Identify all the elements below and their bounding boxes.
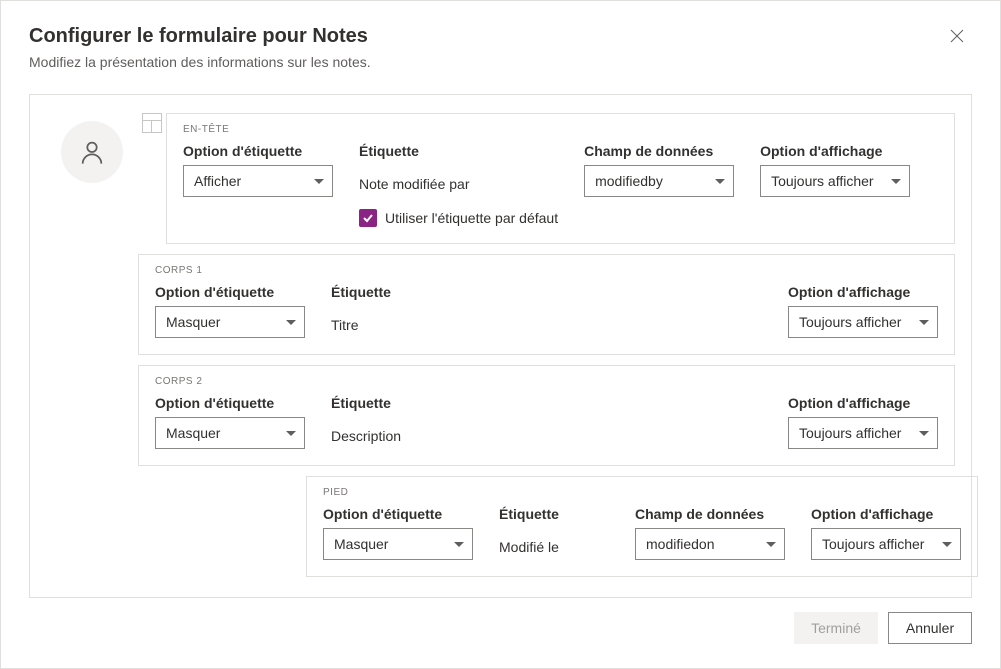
label-option-header-body2: Option d'étiquette [155, 395, 305, 411]
label-option-dropdown-header[interactable]: Afficher [183, 165, 333, 197]
header-fields: Option d'étiquette Afficher Étiquette No… [183, 143, 938, 227]
cancel-button[interactable]: Annuler [888, 612, 972, 644]
label-value-body1: Titre [331, 306, 762, 338]
display-option-value-body1: Toujours afficher [799, 314, 901, 330]
label-option-value-footer: Masquer [334, 536, 388, 552]
data-field-header-footer: Champ de données [635, 506, 785, 522]
label-option-value-body2: Masquer [166, 425, 220, 441]
chevron-down-icon [454, 542, 464, 547]
header-row: EN-TÊTE Option d'étiquette Afficher Étiq… [46, 113, 955, 244]
label-option-dropdown-footer[interactable]: Masquer [323, 528, 473, 560]
dialog-header: Configurer le formulaire pour Notes Modi… [29, 25, 972, 94]
footer-card: PIED Option d'étiquette Masquer Étiquett… [306, 476, 978, 577]
section-name-header: EN-TÊTE [183, 124, 938, 135]
body1-card: CORPS 1 Option d'étiquette Masquer Étiqu… [138, 254, 955, 355]
form-content: EN-TÊTE Option d'étiquette Afficher Étiq… [29, 94, 972, 598]
chevron-down-icon [919, 320, 929, 325]
chevron-down-icon [314, 179, 324, 184]
display-option-dropdown-body1[interactable]: Toujours afficher [788, 306, 938, 338]
label-option-value-body1: Masquer [166, 314, 220, 330]
close-icon[interactable] [942, 25, 972, 51]
default-label-checkbox-row: Utiliser l'étiquette par défaut [359, 209, 558, 227]
label-option-dropdown-body2[interactable]: Masquer [155, 417, 305, 449]
body2-row: CORPS 2 Option d'étiquette Masquer Étiqu… [46, 365, 955, 466]
label-option-header-header: Option d'étiquette [183, 143, 333, 159]
label-option-header-footer: Option d'étiquette [323, 506, 473, 522]
display-option-value-footer: Toujours afficher [822, 536, 924, 552]
chevron-down-icon [286, 431, 296, 436]
layout-icon [142, 113, 162, 133]
header-card: EN-TÊTE Option d'étiquette Afficher Étiq… [166, 113, 955, 244]
display-option-header-body1: Option d'affichage [788, 284, 938, 300]
label-value-body2: Description [331, 417, 762, 449]
section-name-body2: CORPS 2 [155, 376, 938, 387]
dialog-subtitle: Modifiez la présentation des information… [29, 54, 371, 70]
data-field-value-footer: modifiedon [646, 536, 715, 552]
body2-fields: Option d'étiquette Masquer Étiquette Des… [155, 395, 938, 449]
label-option-header-body1: Option d'étiquette [155, 284, 305, 300]
display-option-header-header: Option d'affichage [760, 143, 910, 159]
section-layout-icon-column [138, 113, 166, 133]
avatar-column [46, 113, 138, 183]
label-header-body1: Étiquette [331, 284, 762, 300]
section-name-footer: PIED [323, 487, 961, 498]
data-field-dropdown-header[interactable]: modifiedby [584, 165, 734, 197]
label-value-header: Note modifiée par [359, 165, 558, 197]
body1-row: CORPS 1 Option d'étiquette Masquer Étiqu… [46, 254, 955, 355]
display-option-header-footer: Option d'affichage [811, 506, 961, 522]
done-button[interactable]: Terminé [794, 612, 878, 644]
section-name-body1: CORPS 1 [155, 265, 938, 276]
label-option-value-header: Afficher [194, 173, 241, 189]
chevron-down-icon [286, 320, 296, 325]
footer-row: PIED Option d'étiquette Masquer Étiquett… [46, 476, 955, 577]
data-field-header-header: Champ de données [584, 143, 734, 159]
dialog-title: Configurer le formulaire pour Notes [29, 25, 371, 48]
footer-fields: Option d'étiquette Masquer Étiquette Mod… [323, 506, 961, 560]
display-option-header-body2: Option d'affichage [788, 395, 938, 411]
label-header-body2: Étiquette [331, 395, 762, 411]
label-header-footer: Étiquette [499, 506, 609, 522]
label-option-dropdown-body1[interactable]: Masquer [155, 306, 305, 338]
chevron-down-icon [766, 542, 776, 547]
label-value-footer: Modifié le [499, 528, 609, 560]
chevron-down-icon [919, 431, 929, 436]
data-field-dropdown-footer[interactable]: modifiedon [635, 528, 785, 560]
body1-fields: Option d'étiquette Masquer Étiquette Tit… [155, 284, 938, 338]
chevron-down-icon [891, 179, 901, 184]
use-default-label-checkbox[interactable] [359, 209, 377, 227]
display-option-dropdown-body2[interactable]: Toujours afficher [788, 417, 938, 449]
display-option-dropdown-footer[interactable]: Toujours afficher [811, 528, 961, 560]
label-header-header: Étiquette [359, 143, 558, 159]
configure-form-dialog: Configurer le formulaire pour Notes Modi… [0, 0, 1001, 669]
use-default-label-text: Utiliser l'étiquette par défaut [385, 210, 558, 226]
display-option-dropdown-header[interactable]: Toujours afficher [760, 165, 910, 197]
body2-card: CORPS 2 Option d'étiquette Masquer Étiqu… [138, 365, 955, 466]
display-option-value-header: Toujours afficher [771, 173, 873, 189]
data-field-value-header: modifiedby [595, 173, 663, 189]
display-option-value-body2: Toujours afficher [799, 425, 901, 441]
chevron-down-icon [942, 542, 952, 547]
chevron-down-icon [715, 179, 725, 184]
dialog-actions: Terminé Annuler [29, 612, 972, 644]
avatar-icon [61, 121, 123, 183]
